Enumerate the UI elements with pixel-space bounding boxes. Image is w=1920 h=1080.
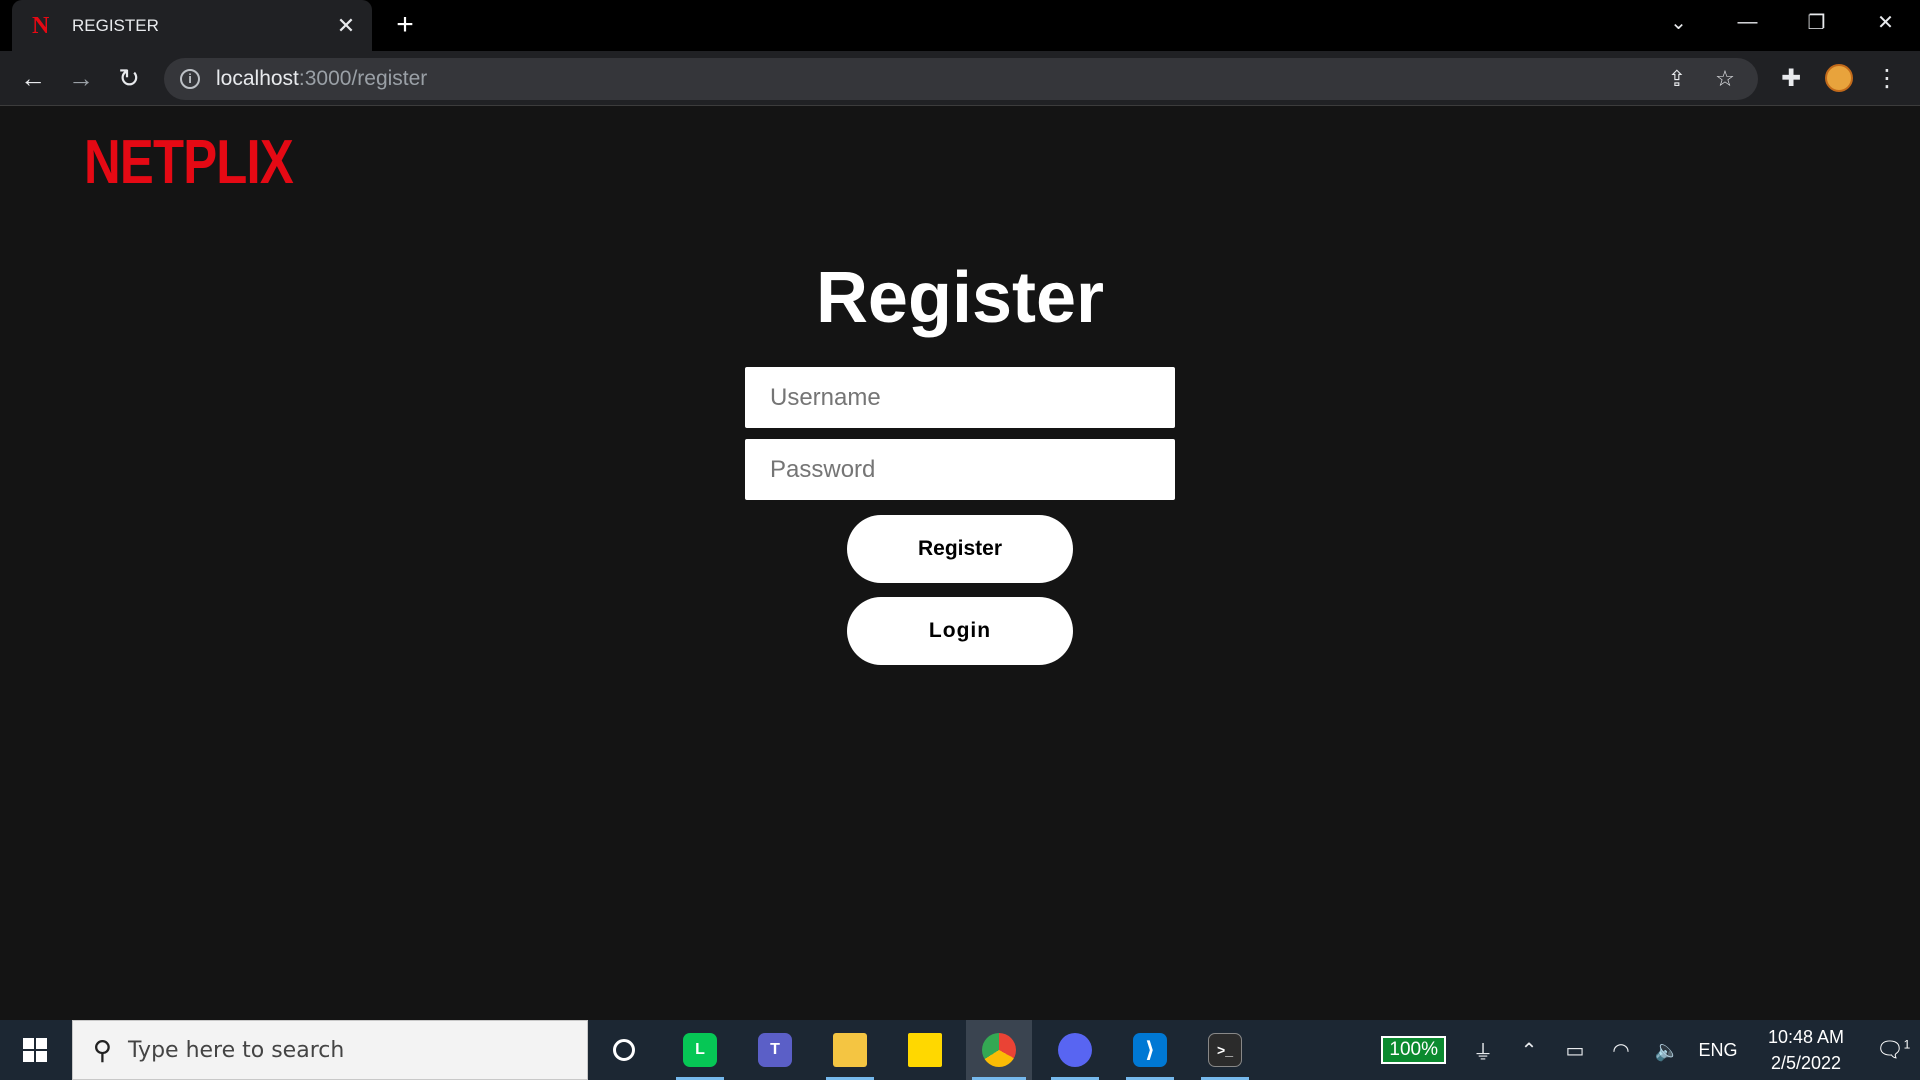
netplix-logo[interactable]: NETPLIX <box>84 127 294 198</box>
cortana-icon[interactable] <box>594 1020 654 1080</box>
window-controls: ⌄ — ❐ ✕ <box>1644 0 1920 44</box>
taskbar: ⚲ Type here to search L T ⟩ >_ 100% ⏚ ⌃ … <box>0 1020 1920 1080</box>
clock-date: 2/5/2022 <box>1770 1053 1842 1073</box>
search-placeholder: Type here to search <box>128 1037 345 1063</box>
file-explorer-icon[interactable] <box>820 1020 880 1080</box>
chrome-app-icon[interactable] <box>966 1020 1032 1080</box>
login-button[interactable]: Login <box>847 597 1073 665</box>
browser-toolbar: ← → ↻ i localhost:3000/register ⇪ ☆ ✚ ⋮ <box>0 51 1920 106</box>
tab-title: REGISTER <box>72 15 159 35</box>
sticky-notes-icon[interactable] <box>895 1020 955 1080</box>
terminal-app-icon[interactable]: >_ <box>1195 1020 1255 1080</box>
windows-icon <box>23 1038 47 1062</box>
password-input[interactable] <box>745 439 1175 500</box>
line-app-icon[interactable]: L <box>670 1020 730 1080</box>
page-content: NETPLIX Register Register Login <box>0 107 1920 1020</box>
teams-app-icon[interactable]: T <box>745 1020 805 1080</box>
new-tab-button[interactable]: + <box>388 8 422 42</box>
reload-icon[interactable]: ↻ <box>112 61 146 95</box>
language-indicator[interactable]: ENG <box>1690 1040 1746 1061</box>
close-window-button[interactable]: ✕ <box>1851 0 1920 44</box>
discord-app-icon[interactable] <box>1045 1020 1105 1080</box>
profile-avatar[interactable] <box>1822 61 1856 95</box>
info-icon[interactable]: i <box>180 69 200 89</box>
register-button[interactable]: Register <box>847 515 1073 583</box>
system-tray: 100% ⏚ ⌃ ▭ ◠ 🔈 ENG 10:48 AM 2/5/2022 🗨1 <box>1381 1020 1920 1080</box>
clock[interactable]: 10:48 AM 2/5/2022 <box>1758 1024 1854 1076</box>
address-bar[interactable]: i localhost:3000/register ⇪ ☆ <box>164 58 1758 100</box>
tab-search-icon[interactable]: ⌄ <box>1644 0 1713 44</box>
forward-icon[interactable]: → <box>64 61 98 95</box>
wifi-icon[interactable]: ◠ <box>1598 1038 1644 1063</box>
clock-time: 10:48 AM <box>1767 1027 1845 1047</box>
vscode-app-icon[interactable]: ⟩ <box>1120 1020 1180 1080</box>
url-path: :3000/register <box>298 67 428 90</box>
share-icon[interactable]: ⇪ <box>1664 66 1690 92</box>
url-host: localhost <box>216 67 299 90</box>
extensions-icon[interactable]: ✚ <box>1774 61 1808 95</box>
restore-button[interactable]: ❐ <box>1782 0 1851 44</box>
battery-indicator[interactable]: 100% <box>1381 1036 1446 1064</box>
browser-tab[interactable]: N REGISTER ✕ <box>12 0 372 51</box>
volume-icon[interactable]: 🔈 <box>1644 1038 1690 1063</box>
battery-icon[interactable]: ▭ <box>1552 1038 1598 1063</box>
notification-center-icon[interactable]: 🗨1 <box>1866 1037 1920 1063</box>
start-button[interactable] <box>0 1020 70 1080</box>
search-icon: ⚲ <box>93 1034 113 1065</box>
show-hidden-icons[interactable]: ⌃ <box>1506 1038 1552 1063</box>
power-plug-icon[interactable]: ⏚ <box>1460 1036 1506 1065</box>
netflix-favicon-icon: N <box>32 12 50 39</box>
close-tab-icon[interactable]: ✕ <box>334 13 358 39</box>
taskbar-search[interactable]: ⚲ Type here to search <box>72 1020 588 1080</box>
back-icon[interactable]: ← <box>16 61 50 95</box>
register-form: Register Register Login <box>745 257 1175 665</box>
minimize-button[interactable]: — <box>1713 0 1782 44</box>
notification-count: 1 <box>1903 1037 1911 1052</box>
title-bar: N REGISTER ✕ + ⌄ — ❐ ✕ <box>0 0 1920 51</box>
star-icon[interactable]: ☆ <box>1712 66 1738 92</box>
page-title: Register <box>815 258 1105 338</box>
menu-icon[interactable]: ⋮ <box>1870 61 1904 95</box>
username-input[interactable] <box>745 367 1175 428</box>
